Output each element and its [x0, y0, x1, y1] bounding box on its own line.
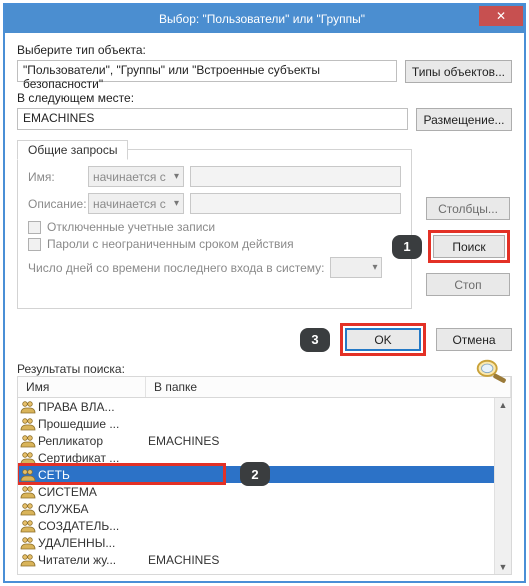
item-name: Репликатор [38, 434, 148, 448]
item-name: УДАЛЕННЫ... [38, 536, 148, 550]
scroll-down-icon: ▼ [499, 562, 508, 572]
group-icon [20, 434, 36, 448]
col-name-header[interactable]: Имя [18, 377, 146, 397]
tab-label: Общие запросы [28, 143, 117, 157]
checkbox-label: Отключенные учетные записи [47, 220, 215, 234]
chevron-down-icon: ▾ [174, 171, 179, 182]
object-type-label: Выберите тип объекта: [17, 43, 512, 57]
item-folder: EMACHINES [148, 553, 219, 567]
chevron-down-icon: ▾ [372, 262, 377, 273]
checkbox-icon [28, 238, 41, 251]
desc-filter-input[interactable] [190, 193, 401, 214]
vertical-scrollbar[interactable]: ▲ ▼ [494, 398, 511, 574]
close-button[interactable]: ✕ [479, 6, 523, 26]
item-folder: EMACHINES [148, 434, 219, 448]
annotation-badge-1: 1 [392, 235, 422, 259]
days-label: Число дней со времени последнего входа в… [28, 261, 324, 275]
group-icon [20, 451, 36, 465]
days-select[interactable]: ▾ [330, 257, 382, 278]
stop-button[interactable]: Стоп [426, 273, 510, 296]
nonexpiring-pwd-checkbox[interactable]: Пароли с неограниченным сроком действия [28, 237, 401, 251]
columns-button[interactable]: Столбцы... [426, 197, 510, 220]
window-title: Выбор: "Пользователи" или "Группы" [5, 12, 479, 26]
item-name: Прошедшие ... [38, 417, 148, 431]
name-mode-value: начинается с [93, 170, 166, 184]
desc-filter-label: Описание: [28, 197, 88, 211]
chevron-down-icon: ▾ [174, 198, 179, 209]
object-type-field[interactable]: "Пользователи", "Группы" или "Встроенные… [17, 60, 397, 82]
results-list[interactable]: ▲ ▼ ПРАВА ВЛА...Прошедшие ...РепликаторE… [17, 398, 512, 575]
group-icon [20, 400, 36, 414]
desc-mode-value: начинается с [93, 197, 166, 211]
checkbox-icon [28, 221, 41, 234]
dialog-content: Выберите тип объекта: "Пользователи", "Г… [5, 33, 524, 581]
item-name: СОЗДАТЕЛЬ... [38, 519, 148, 533]
list-item[interactable]: СОЗДАТЕЛЬ... [18, 517, 511, 534]
list-item[interactable]: СЛУЖБА [18, 500, 511, 517]
disabled-accounts-checkbox[interactable]: Отключенные учетные записи [28, 220, 401, 234]
group-icon [20, 536, 36, 550]
item-name: СЛУЖБА [38, 502, 148, 516]
ok-highlight: OK [340, 323, 426, 356]
item-name: Читатели жу... [38, 553, 148, 567]
list-item[interactable]: УДАЛЕННЫ... [18, 534, 511, 551]
right-buttons: Столбцы... 1 Поиск Стоп [424, 197, 510, 384]
search-highlight: Поиск [428, 230, 510, 263]
tab-common-queries[interactable]: Общие запросы [17, 140, 128, 160]
queries-panel: Общие запросы Имя: начинается с▾ Описани… [17, 149, 412, 309]
group-icon [20, 519, 36, 533]
magnifier-icon [472, 356, 510, 384]
scroll-up-icon: ▲ [499, 400, 508, 410]
location-label: В следующем месте: [17, 91, 512, 105]
group-icon [20, 417, 36, 431]
group-icon [20, 485, 36, 499]
location-field[interactable]: EMACHINES [17, 108, 408, 130]
list-item[interactable]: РепликаторEMACHINES [18, 432, 511, 449]
group-icon [20, 468, 36, 482]
name-filter-input[interactable] [190, 166, 401, 187]
name-mode-select[interactable]: начинается с ▾ [88, 166, 184, 187]
item-name: Сертификат ... [38, 451, 148, 465]
location-button[interactable]: Размещение... [416, 108, 512, 131]
annotation-badge-3: 3 [300, 328, 330, 352]
group-icon [20, 553, 36, 567]
desc-mode-select[interactable]: начинается с ▾ [88, 193, 184, 214]
search-button[interactable]: Поиск [433, 235, 505, 258]
dialog-window: Выбор: "Пользователи" или "Группы" ✕ Выб… [3, 3, 526, 583]
list-item[interactable]: Читатели жу...EMACHINES [18, 551, 511, 568]
object-types-button[interactable]: Типы объектов... [405, 60, 512, 83]
titlebar: Выбор: "Пользователи" или "Группы" ✕ [5, 5, 524, 33]
item-name: СИСТЕМА [38, 485, 148, 499]
item-name: СЕТЬ [38, 468, 148, 482]
list-item[interactable]: ПРАВА ВЛА... [18, 398, 511, 415]
item-name: ПРАВА ВЛА... [38, 400, 148, 414]
checkbox-label: Пароли с неограниченным сроком действия [47, 237, 294, 251]
list-item[interactable]: Прошедшие ... [18, 415, 511, 432]
name-filter-label: Имя: [28, 170, 88, 184]
ok-button[interactable]: OK [345, 328, 421, 351]
close-icon: ✕ [496, 9, 506, 23]
group-icon [20, 502, 36, 516]
annotation-badge-2: 2 [240, 462, 270, 486]
